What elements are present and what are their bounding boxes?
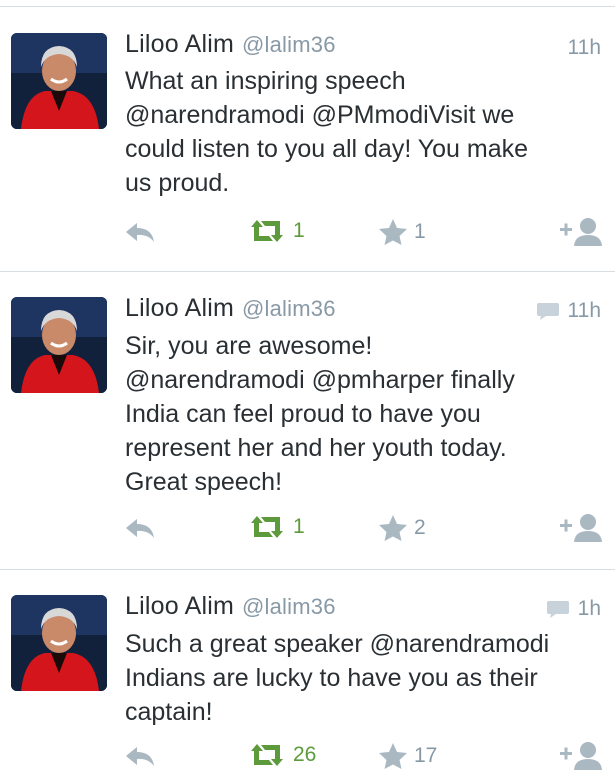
favorite-count: 1 [414,220,426,243]
timestamp[interactable]: 11h [536,299,601,323]
avatar-photo [11,297,107,393]
retweet-icon [251,516,283,538]
retweet-icon [251,744,283,766]
user-handle[interactable]: @lalim36 [242,32,336,57]
tweet-line: represent her and her youth today. [125,434,507,462]
user-handle[interactable]: @lalim36 [242,594,336,619]
tweet-line: Such a great speaker @narendramodi [125,630,550,658]
timestamp[interactable]: 11h [568,36,601,60]
reply-arrow-icon [126,519,154,538]
avatar-photo [11,595,107,691]
display-name[interactable]: Liloo Alim [125,592,234,620]
tweet-line: @narendramodi @PMmodiVisit we [125,101,515,129]
avatar[interactable] [11,595,107,691]
tweet-item[interactable]: Liloo Alim @lalim36 11h Sir, you are awes… [0,272,615,568]
tweet-item[interactable]: Liloo Alim @lalim36 11h What an inspiring… [0,0,615,272]
avatar-photo [11,33,107,129]
add-user-icon [560,218,602,246]
reply-button[interactable] [124,516,156,540]
time-label[interactable]: 11h [568,36,601,60]
tweet-timeline: Liloo Alim @lalim36 11h What an inspiring… [0,0,615,776]
add-user-icon [560,742,602,770]
star-icon [379,743,407,769]
favorite-button[interactable]: 1 [378,218,426,246]
display-name[interactable]: Liloo Alim [125,294,234,322]
avatar[interactable] [11,297,107,393]
tweet-line: captain! [125,698,213,726]
retweet-button[interactable]: 1 [247,514,305,540]
tweet-line: Great speech! [125,468,283,496]
tweet-actions: 1 1 [0,212,615,252]
retweet-count: 26 [293,743,317,766]
user-handle[interactable]: @lalim36 [242,296,336,321]
tweet-text: What an inspiring speech @narendramodi @… [125,64,605,200]
favorite-count: 17 [414,744,438,767]
follow-button[interactable] [558,739,604,771]
user-name[interactable]: Liloo Alim @lalim36 [125,30,336,59]
tweet-line: Indians are lucky to have you as their [125,664,538,692]
tweet-line: could listen to you all day! You make [125,135,529,163]
tweet-line: What an inspiring speech [125,67,406,95]
tweet-line: us proud. [125,169,230,197]
display-name[interactable]: Liloo Alim [125,30,234,58]
retweet-icon [251,220,283,242]
tweet-line: @narendramodi @pmharper finally [125,366,515,394]
star-icon [379,219,407,245]
tweet-line: Sir, you are awesome! [125,332,373,360]
star-icon [379,515,407,541]
add-user-icon [560,514,602,542]
favorite-count: 2 [414,516,426,539]
tweet-text: Such a great speaker @narendramodi India… [125,627,605,729]
reply-button[interactable] [124,220,156,244]
reply-arrow-icon [126,223,154,242]
follow-button[interactable] [558,215,604,247]
user-name[interactable]: Liloo Alim @lalim36 [125,294,336,323]
timestamp[interactable]: 1h [546,597,601,621]
speech-bubble-icon [546,601,569,618]
tweet-text: Sir, you are awesome! @narendramodi @pmh… [125,329,605,499]
reply-arrow-icon [126,747,154,766]
speech-bubble-icon [536,303,559,320]
tweet-actions: 1 2 [0,508,615,548]
favorite-button[interactable]: 2 [378,514,426,542]
reply-button[interactable] [124,744,156,768]
tweet-line: India can feel proud to have you [125,400,481,428]
retweet-button[interactable]: 1 [247,218,305,244]
time-label[interactable]: 1h [578,597,601,621]
retweet-count: 1 [293,219,305,242]
favorite-button[interactable]: 17 [378,742,437,770]
time-label[interactable]: 11h [568,299,601,323]
tweet-actions: 26 17 [0,736,615,776]
user-name[interactable]: Liloo Alim @lalim36 [125,592,336,621]
avatar[interactable] [11,33,107,129]
retweet-button[interactable]: 26 [247,742,316,768]
tweet-item[interactable]: Liloo Alim @lalim36 1h Such a great speak… [0,570,615,776]
retweet-count: 1 [293,515,305,538]
follow-button[interactable] [558,511,604,543]
